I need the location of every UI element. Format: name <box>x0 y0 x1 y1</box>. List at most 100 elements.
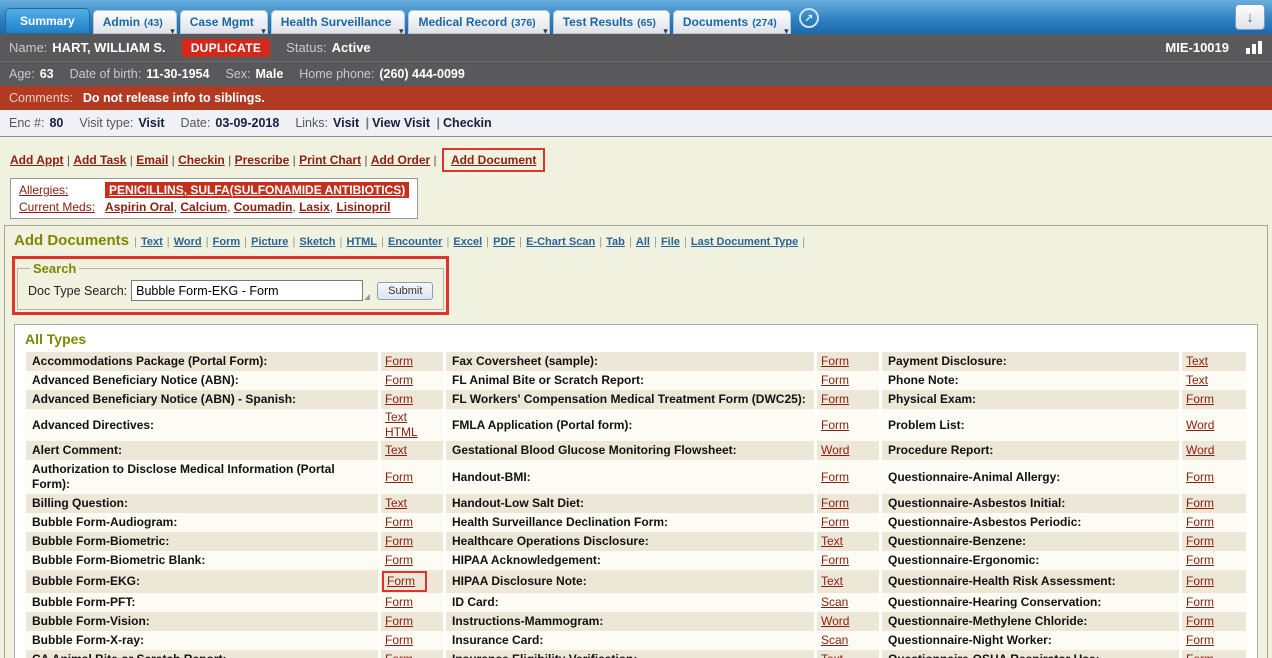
doc-format-link-encounter[interactable]: Encounter <box>388 236 442 248</box>
tab-test-results[interactable]: Test Results(65)▾ <box>553 10 670 34</box>
doc-type-link-payment-disclosure-text[interactable]: Text <box>1186 354 1208 368</box>
tab-health-surveillance[interactable]: Health Surveillance▾ <box>271 10 406 34</box>
med-link-aspirin-oral[interactable]: Aspirin Oral <box>105 200 174 214</box>
doc-type-link-insurance-eligibility-verification-text[interactable]: Text <box>821 652 843 658</box>
doc-type-link-advanced-beneficiary-notice-abn-spanish-form[interactable]: Form <box>385 392 413 406</box>
tab-summary[interactable]: Summary <box>5 8 90 34</box>
doc-format-link-form[interactable]: Form <box>213 236 241 248</box>
doc-type-link-fax-coversheet-sample-form[interactable]: Form <box>821 354 849 368</box>
doc-type-link-phone-note-text[interactable]: Text <box>1186 373 1208 387</box>
doc-type-link-procedure-report-word[interactable]: Word <box>1186 443 1214 457</box>
doc-format-link-pdf[interactable]: PDF <box>493 236 515 248</box>
action-link-email[interactable]: Email <box>136 153 168 167</box>
doc-type-link-health-surveillance-declination-form-form[interactable]: Form <box>821 515 849 529</box>
current-meds-link[interactable]: Current Meds: <box>19 200 95 214</box>
doc-type-link-instructions-mammogram-word[interactable]: Word <box>821 614 849 628</box>
bar-chart-icon[interactable] <box>1245 40 1263 55</box>
doc-type-link-bubble-form-x-ray-form[interactable]: Form <box>385 633 413 647</box>
submit-button[interactable]: Submit <box>377 282 433 300</box>
action-link-add-document[interactable]: Add Document <box>451 153 536 167</box>
doc-type-link-ca-animal-bite-or-scratch-report-form[interactable]: Form <box>385 652 413 658</box>
doc-type-link-healthcare-operations-disclosure-text[interactable]: Text <box>821 534 843 548</box>
med-link-lasix[interactable]: Lasix <box>299 200 330 214</box>
doc-type-link-problem-list-word[interactable]: Word <box>1186 418 1214 432</box>
resize-handle-icon[interactable] <box>364 294 370 300</box>
doc-type-link-questionnaire-asbestos-periodic-form[interactable]: Form <box>1186 515 1214 529</box>
tab-medical-record[interactable]: Medical Record(376)▾ <box>408 10 549 34</box>
download-button[interactable]: ↓ <box>1235 4 1265 30</box>
tab-admin[interactable]: Admin(43)▾ <box>93 10 177 34</box>
doc-type-link-bubble-form-biometric-blank-form[interactable]: Form <box>385 553 413 567</box>
doc-type-link-id-card-scan[interactable]: Scan <box>821 595 848 609</box>
doc-type-link-fl-animal-bite-or-scratch-report-form[interactable]: Form <box>821 373 849 387</box>
doc-type-link-authorization-to-disclose-medical-information-portal-form-form[interactable]: Form <box>385 470 413 484</box>
doc-type-link-questionnaire-benzene-form[interactable]: Form <box>1186 534 1214 548</box>
tab-case-mgmt[interactable]: Case Mgmt▾ <box>180 10 268 34</box>
doc-type-link-bubble-form-vision-form[interactable]: Form <box>385 614 413 628</box>
doc-type-link-hipaa-disclosure-note-text[interactable]: Text <box>821 574 843 588</box>
doc-type-link-physical-exam-form[interactable]: Form <box>1186 392 1214 406</box>
doc-format-link-last-document-type[interactable]: Last Document Type <box>691 236 798 248</box>
chevron-down-icon[interactable]: ▾ <box>399 27 404 36</box>
med-link-calcium[interactable]: Calcium <box>180 200 227 214</box>
doc-format-link-sketch[interactable]: Sketch <box>299 236 335 248</box>
doc-type-link-questionnaire-ergonomic-form[interactable]: Form <box>1186 553 1214 567</box>
doc-format-link-file[interactable]: File <box>661 236 680 248</box>
action-link-print-chart[interactable]: Print Chart <box>299 153 361 167</box>
doc-type-link-questionnaire-methylene-chloride-form[interactable]: Form <box>1186 614 1214 628</box>
doc-format-link-text[interactable]: Text <box>141 236 163 248</box>
doc-type-link-fl-workers-compensation-medical-treatment-form-dwc25-form[interactable]: Form <box>821 392 849 406</box>
med-link-lisinopril[interactable]: Lisinopril <box>336 200 390 214</box>
chevron-down-icon[interactable]: ▾ <box>784 27 789 36</box>
enc-link-checkin[interactable]: Checkin <box>443 116 492 130</box>
doc-type-link-advanced-directives-text[interactable]: Text <box>385 410 407 424</box>
doc-type-link-bubble-form-ekg-form[interactable]: Form <box>382 571 427 592</box>
doc-type-link-handout-bmi-form[interactable]: Form <box>821 470 849 484</box>
doc-format-link-excel[interactable]: Excel <box>453 236 482 248</box>
doc-type-link-questionnaire-animal-allergy-form[interactable]: Form <box>1186 470 1214 484</box>
action-link-add-order[interactable]: Add Order <box>371 153 430 167</box>
action-link-add-task[interactable]: Add Task <box>73 153 126 167</box>
popout-icon[interactable]: ↗ <box>799 8 819 28</box>
doc-type-link-hipaa-acknowledgement-form[interactable]: Form <box>821 553 849 567</box>
doc-format-link-picture[interactable]: Picture <box>251 236 288 248</box>
chevron-down-icon[interactable]: ▾ <box>663 27 668 36</box>
action-link-checkin[interactable]: Checkin <box>178 153 225 167</box>
doc-format-link-word[interactable]: Word <box>174 236 202 248</box>
doc-format-link-tab[interactable]: Tab <box>606 236 625 248</box>
doc-type-link-questionnaire-night-worker-form[interactable]: Form <box>1186 633 1214 647</box>
chevron-down-icon[interactable]: ▾ <box>543 27 548 36</box>
doc-type-link-alert-comment-text[interactable]: Text <box>385 443 407 457</box>
doc-format-link-html[interactable]: HTML <box>346 236 377 248</box>
action-link-add-appt[interactable]: Add Appt <box>10 153 64 167</box>
doc-type-link-insurance-card-scan[interactable]: Scan <box>821 633 848 647</box>
doc-type-link-bubble-form-biometric-form[interactable]: Form <box>385 534 413 548</box>
enc-link-view-visit[interactable]: View Visit <box>372 116 430 130</box>
doc-type-link-bubble-form-pft-form[interactable]: Form <box>385 595 413 609</box>
doc-type-link-bubble-form-audiogram-form[interactable]: Form <box>385 515 413 529</box>
doc-format-link-e-chart-scan[interactable]: E-Chart Scan <box>526 236 595 248</box>
doc-type-link-billing-question-text[interactable]: Text <box>385 496 407 510</box>
doc-type-link-questionnaire-osha-respirator-use-form[interactable]: Form <box>1186 652 1214 658</box>
med-link-coumadin[interactable]: Coumadin <box>234 200 293 214</box>
chevron-down-icon[interactable]: ▾ <box>170 27 175 36</box>
doc-format-link-all[interactable]: All <box>636 236 650 248</box>
doc-type-link-advanced-directives-html[interactable]: HTML <box>385 425 418 439</box>
duplicate-badge[interactable]: DUPLICATE <box>182 39 270 57</box>
enc-links: Visit |View Visit |Checkin <box>333 116 492 130</box>
tab-documents[interactable]: Documents(274)▾ <box>673 10 791 34</box>
doc-type-link-advanced-beneficiary-notice-abn-form[interactable]: Form <box>385 373 413 387</box>
enc-link-visit[interactable]: Visit <box>333 116 359 130</box>
allergies-link[interactable]: Allergies: <box>19 183 95 197</box>
chevron-down-icon[interactable]: ▾ <box>261 27 266 36</box>
doc-type-search-input[interactable] <box>131 280 363 301</box>
doc-type-link-questionnaire-health-risk-assessment-form[interactable]: Form <box>1186 574 1214 588</box>
doc-type-link-questionnaire-asbestos-initial-form[interactable]: Form <box>1186 496 1214 510</box>
doc-type-link-accommodations-package-portal-form-form[interactable]: Form <box>385 354 413 368</box>
allergy-value-link[interactable]: PENICILLINS, SULFA(SULFONAMIDE ANTIBIOTI… <box>105 182 409 198</box>
action-link-prescribe[interactable]: Prescribe <box>235 153 290 167</box>
doc-type-link-handout-low-salt-diet-form[interactable]: Form <box>821 496 849 510</box>
doc-type-link-gestational-blood-glucose-monitoring-flowsheet-word[interactable]: Word <box>821 443 849 457</box>
doc-type-link-questionnaire-hearing-conservation-form[interactable]: Form <box>1186 595 1214 609</box>
doc-type-link-fmla-application-portal-form-form[interactable]: Form <box>821 418 849 432</box>
